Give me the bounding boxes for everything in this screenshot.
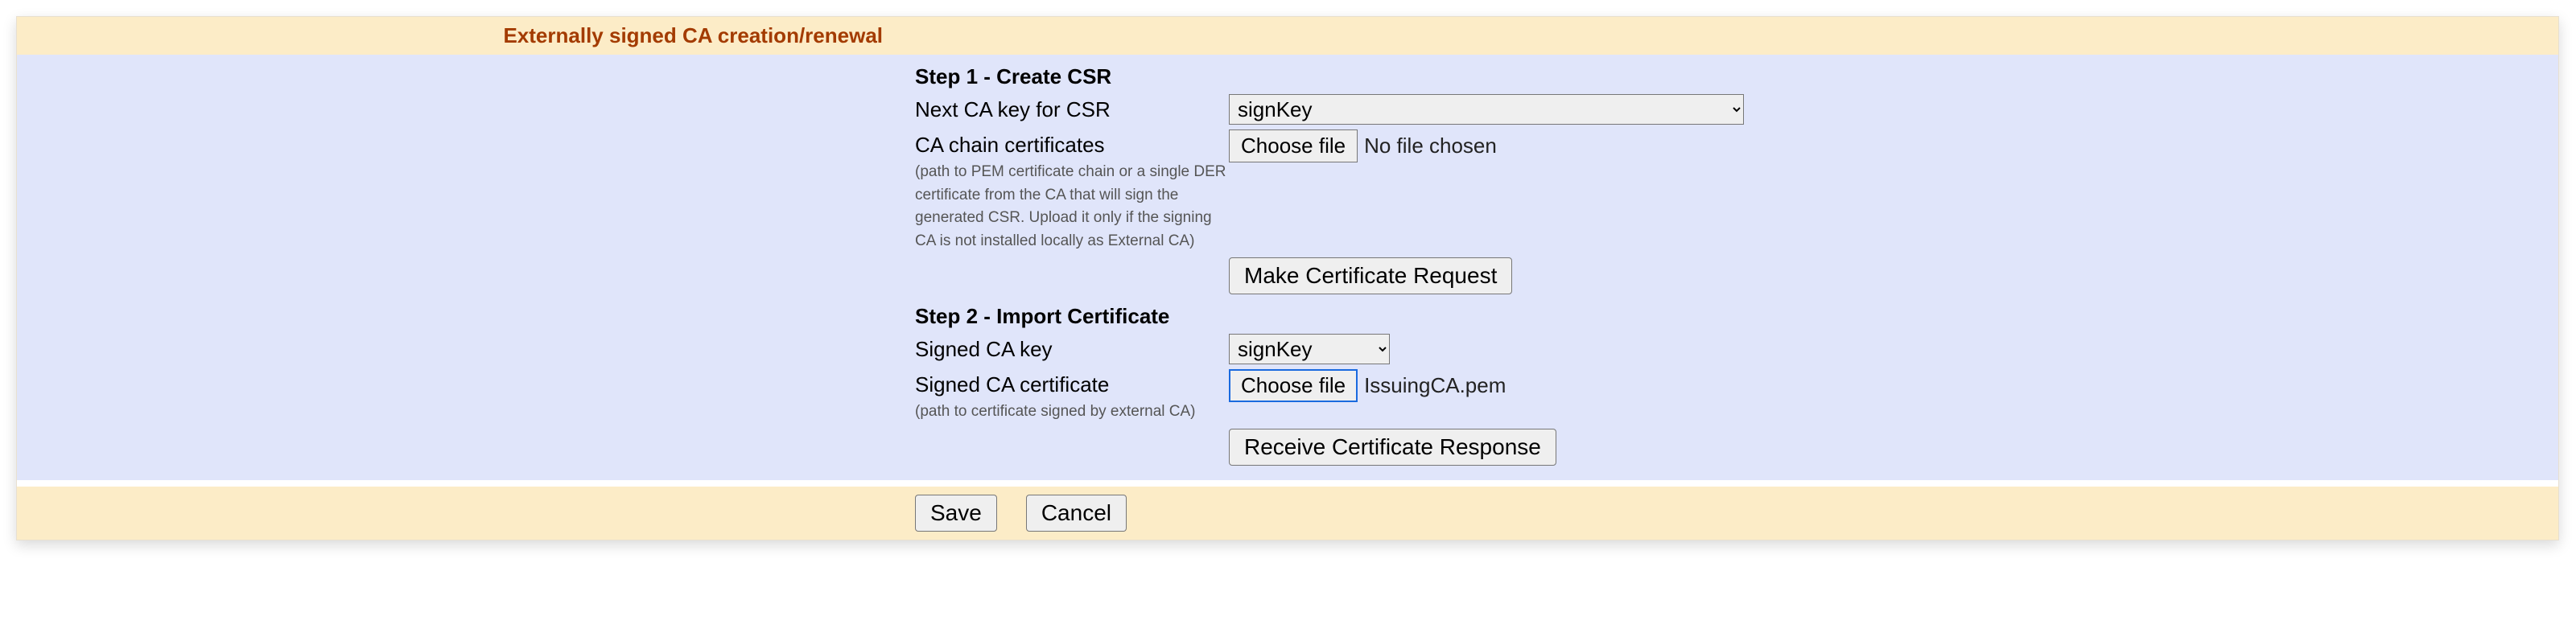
ca-chain-file-name: No file chosen <box>1364 134 1497 158</box>
receive-response-row: Receive Certificate Response <box>915 429 2545 466</box>
step2-heading: Step 2 - Import Certificate <box>915 304 2545 329</box>
signed-key-label: Signed CA key <box>915 334 1229 362</box>
ca-chain-hint: (path to PEM certificate chain or a sing… <box>915 161 1229 253</box>
signed-cert-row: Signed CA certificate (path to certifica… <box>915 369 2545 424</box>
ca-chain-label: CA chain certificates <box>915 133 1229 158</box>
ca-chain-choose-file-button[interactable]: Choose file <box>1229 129 1358 162</box>
signed-cert-file-name: IssuingCA.pem <box>1364 373 1506 398</box>
make-request-row: Make Certificate Request <box>915 257 2545 294</box>
ca-chain-row: CA chain certificates (path to PEM certi… <box>915 129 2545 253</box>
section-header-row: Externally signed CA creation/renewal <box>17 17 2558 55</box>
step1-heading: Step 1 - Create CSR <box>915 64 2545 89</box>
next-ca-key-label: Next CA key for CSR <box>915 94 1229 122</box>
signed-cert-hint: (path to certificate signed by external … <box>915 401 1229 424</box>
section-title: Externally signed CA creation/renewal <box>17 17 902 55</box>
signed-cert-file-input[interactable]: Choose file IssuingCA.pem <box>1229 369 1506 402</box>
receive-certificate-response-button[interactable]: Receive Certificate Response <box>1229 429 1556 466</box>
next-ca-key-row: Next CA key for CSR signKey <box>915 94 2545 125</box>
ca-chain-file-input[interactable]: Choose file No file chosen <box>1229 129 1497 162</box>
form-body-row: Step 1 - Create CSR Next CA key for CSR … <box>17 55 2558 480</box>
signed-cert-label: Signed CA certificate <box>915 372 1229 397</box>
save-button[interactable]: Save <box>915 495 997 532</box>
footer-row: Save Cancel <box>17 487 2558 540</box>
signed-key-row: Signed CA key signKey <box>915 334 2545 364</box>
make-certificate-request-button[interactable]: Make Certificate Request <box>1229 257 1512 294</box>
form-panel: Externally signed CA creation/renewal St… <box>16 16 2559 540</box>
signed-key-select[interactable]: signKey <box>1229 334 1390 364</box>
signed-cert-choose-file-button[interactable]: Choose file <box>1229 369 1358 402</box>
next-ca-key-select[interactable]: signKey <box>1229 94 1744 125</box>
cancel-button[interactable]: Cancel <box>1026 495 1127 532</box>
